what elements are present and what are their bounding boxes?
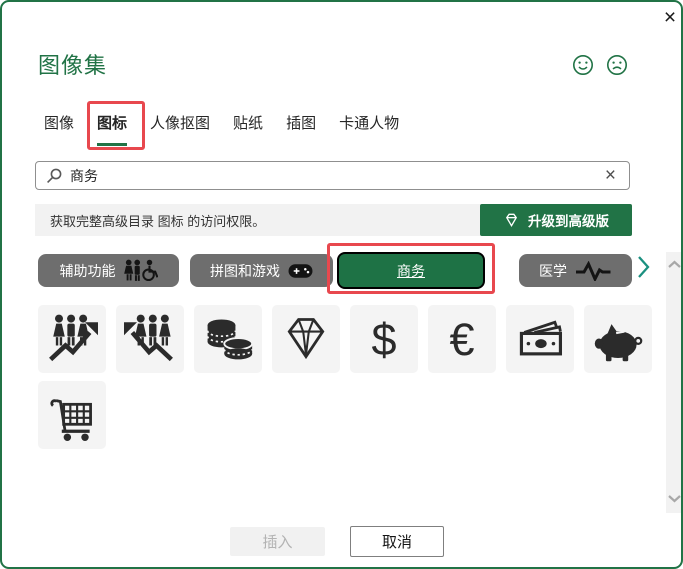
category-label: 拼图和游戏 — [210, 262, 280, 279]
category-label: 辅助功能 — [59, 262, 116, 279]
piggy-bank-icon — [594, 324, 643, 362]
tab-stickers[interactable]: 贴纸 — [233, 112, 263, 133]
result-tile[interactable] — [38, 381, 106, 449]
result-tile[interactable] — [506, 305, 574, 373]
tab-cutout-people[interactable]: 人像抠图 — [150, 112, 210, 133]
gem-icon — [505, 213, 518, 227]
tab-bar: 图像 图标 人像抠图 贴纸 插图 卡通人物 — [44, 112, 399, 146]
search-box: × — [35, 161, 630, 190]
tab-illustrations[interactable]: 插图 — [286, 112, 316, 133]
result-tile[interactable] — [194, 305, 262, 373]
tab-cartoon-people[interactable]: 卡通人物 — [339, 112, 399, 133]
close-icon[interactable]: × — [658, 6, 681, 30]
tab-icons[interactable]: 图标 — [97, 112, 128, 146]
next-categories-button[interactable] — [636, 255, 652, 279]
smile-feedback-button[interactable] — [572, 54, 594, 76]
diamond-icon — [287, 318, 325, 360]
chevron-right-icon — [638, 256, 650, 278]
euro-icon: € — [449, 313, 475, 365]
premium-notice-text: 获取完整高级目录 图标 的访问权限。 — [50, 213, 266, 229]
dialog-title: 图像集 — [38, 53, 108, 78]
chevron-down-icon[interactable] — [667, 494, 682, 503]
result-tile[interactable] — [116, 305, 184, 373]
shopping-cart-icon — [50, 399, 92, 441]
category-medical[interactable]: 医学 — [519, 254, 632, 287]
search-icon — [47, 168, 62, 183]
cancel-button[interactable]: 取消 — [350, 526, 444, 557]
upgrade-premium-button[interactable]: 升级到高级版 — [480, 204, 632, 236]
result-tile[interactable] — [584, 305, 652, 373]
category-label: 医学 — [539, 262, 567, 279]
premium-notice-bar: 获取完整高级目录 图标 的访问权限。 升级到高级版 — [35, 204, 632, 236]
coins-icon — [206, 319, 254, 360]
result-tile[interactable]: $ — [350, 305, 418, 373]
game-controller-icon — [288, 263, 313, 278]
smile-icon — [573, 55, 593, 75]
result-tile[interactable] — [38, 305, 106, 373]
tab-images[interactable]: 图像 — [44, 112, 74, 133]
category-business-selected[interactable]: 商务 — [337, 252, 485, 289]
category-label: 商务 — [397, 262, 425, 279]
category-puzzles-games[interactable]: 拼图和游戏 — [190, 254, 333, 287]
frown-feedback-button[interactable] — [606, 54, 628, 76]
result-tile[interactable] — [272, 305, 340, 373]
insert-button[interactable]: 插入 — [230, 527, 325, 556]
category-accessibility[interactable]: 辅助功能 — [38, 254, 179, 287]
frown-icon — [607, 55, 627, 75]
stock-images-dialog: × 图像集 图像 图标 人像抠图 贴纸 插图 卡通人物 × 获取完整高级目录 图 — [0, 0, 683, 569]
search-input[interactable] — [70, 167, 602, 184]
pulse-icon — [576, 260, 611, 281]
team-growth-icon — [49, 314, 98, 362]
result-tile[interactable]: € — [428, 305, 496, 373]
team-trend-up-icon — [124, 314, 173, 362]
results-scrollbar[interactable] — [666, 252, 682, 513]
banknotes-icon — [519, 320, 563, 356]
clear-search-icon[interactable]: × — [602, 165, 619, 187]
accessibility-icon — [123, 259, 158, 282]
upgrade-button-label: 升级到高级版 — [528, 214, 609, 229]
dollar-icon: $ — [371, 313, 397, 365]
chevron-up-icon[interactable] — [667, 260, 682, 269]
